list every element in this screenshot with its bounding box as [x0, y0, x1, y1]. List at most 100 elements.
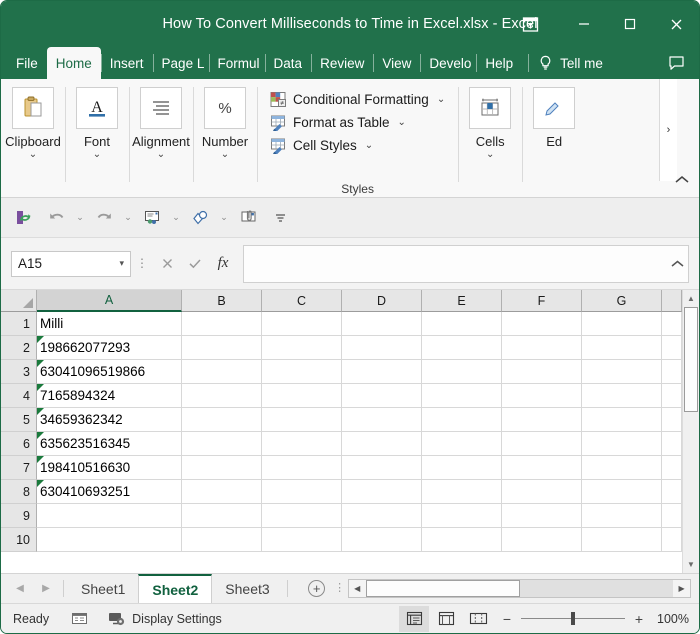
cell-b2[interactable] — [182, 336, 262, 360]
column-header-g[interactable]: G — [582, 290, 662, 312]
cell-e5[interactable] — [422, 408, 502, 432]
cell-c7[interactable] — [262, 456, 342, 480]
vertical-scrollbar[interactable]: ▲ ▼ — [682, 290, 699, 573]
cell-d3[interactable] — [342, 360, 422, 384]
column-header-d[interactable]: D — [342, 290, 422, 312]
cell-h6[interactable] — [662, 432, 682, 456]
formula-input[interactable] — [243, 244, 689, 283]
normal-view-button[interactable] — [399, 605, 429, 632]
sheet-tab-sheet2[interactable]: Sheet2 — [138, 574, 213, 603]
cell-a1[interactable]: Milli — [37, 312, 182, 336]
cell-styles-button[interactable]: Cell Styles ⌄ — [267, 134, 376, 157]
cell-f6[interactable] — [502, 432, 582, 456]
cell-e2[interactable] — [422, 336, 502, 360]
cell-a3[interactable]: 63041096519866 — [37, 360, 182, 384]
cell-b7[interactable] — [182, 456, 262, 480]
row-header-10[interactable]: 10 — [1, 528, 37, 552]
insert-function-icon[interactable]: fx — [209, 251, 237, 277]
cell-h2[interactable] — [662, 336, 682, 360]
format-as-table-button[interactable]: Format as Table ⌄ — [267, 111, 409, 134]
horizontal-scrollbar[interactable]: ◀ ▶ — [347, 579, 691, 598]
cell-h9[interactable] — [662, 504, 682, 528]
column-header-c[interactable]: C — [262, 290, 342, 312]
email-dropdown-icon[interactable]: ⌄ — [169, 204, 183, 232]
cell-g6[interactable] — [582, 432, 662, 456]
column-header-h-partial[interactable] — [662, 290, 682, 312]
number-button[interactable]: % Number ⌄ — [193, 87, 257, 160]
cell-g5[interactable] — [582, 408, 662, 432]
chevron-down-icon[interactable]: ⌄ — [365, 140, 373, 151]
zoom-slider-thumb[interactable] — [571, 612, 575, 625]
tell-me-box[interactable]: Tell me — [528, 47, 613, 79]
cell-h5[interactable] — [662, 408, 682, 432]
email-recipients-icon[interactable] — [137, 204, 167, 232]
cell-g7[interactable] — [582, 456, 662, 480]
cell-f2[interactable] — [502, 336, 582, 360]
name-box[interactable]: A15 ▾ — [11, 250, 131, 277]
cell-f9[interactable] — [502, 504, 582, 528]
cell-b3[interactable] — [182, 360, 262, 384]
cell-f4[interactable] — [502, 384, 582, 408]
cell-a5[interactable]: 34659362342 — [37, 408, 182, 432]
ink-shapes-icon[interactable] — [185, 204, 215, 232]
enter-icon[interactable] — [181, 251, 209, 277]
formula-bar-grip[interactable]: ⋮ — [131, 251, 153, 277]
tab-insert[interactable]: Insert — [100, 47, 153, 79]
tab-review[interactable]: Review — [311, 47, 373, 79]
cell-c10[interactable] — [262, 528, 342, 552]
vertical-scroll-thumb[interactable] — [684, 307, 698, 412]
cell-c4[interactable] — [262, 384, 342, 408]
row-header-5[interactable]: 5 — [1, 408, 37, 432]
cancel-icon[interactable] — [153, 251, 181, 277]
row-header-4[interactable]: 4 — [1, 384, 37, 408]
cell-a8[interactable]: 630410693251 — [37, 480, 182, 504]
cell-a10[interactable] — [37, 528, 182, 552]
zoom-out-button[interactable]: − — [501, 611, 513, 627]
row-header-7[interactable]: 7 — [1, 456, 37, 480]
chevron-down-icon[interactable]: ⌄ — [29, 150, 37, 160]
cell-e3[interactable] — [422, 360, 502, 384]
cell-a2[interactable]: 198662077293 — [37, 336, 182, 360]
tab-data[interactable]: Data — [264, 47, 312, 79]
row-header-3[interactable]: 3 — [1, 360, 37, 384]
cell-g8[interactable] — [582, 480, 662, 504]
scroll-right-icon[interactable]: ▶ — [673, 580, 691, 597]
cell-d1[interactable] — [342, 312, 422, 336]
cell-f3[interactable] — [502, 360, 582, 384]
sheet-tab-sheet1[interactable]: Sheet1 — [68, 574, 139, 603]
cell-f7[interactable] — [502, 456, 582, 480]
chevron-down-icon[interactable]: ⌄ — [221, 150, 229, 160]
font-button[interactable]: A Font ⌄ — [65, 87, 129, 160]
cell-d6[interactable] — [342, 432, 422, 456]
cell-h1[interactable] — [662, 312, 682, 336]
cell-c6[interactable] — [262, 432, 342, 456]
cell-b1[interactable] — [182, 312, 262, 336]
column-header-a[interactable]: A — [37, 290, 182, 312]
more-quick-access-icon[interactable] — [265, 204, 295, 232]
cell-d9[interactable] — [342, 504, 422, 528]
cell-f8[interactable] — [502, 480, 582, 504]
cell-c3[interactable] — [262, 360, 342, 384]
scroll-left-icon[interactable]: ◀ — [348, 580, 366, 597]
cell-b9[interactable] — [182, 504, 262, 528]
cell-c5[interactable] — [262, 408, 342, 432]
chevron-down-icon[interactable]: ⌄ — [398, 117, 406, 128]
maximize-button[interactable] — [607, 1, 653, 47]
cell-e4[interactable] — [422, 384, 502, 408]
cell-b5[interactable] — [182, 408, 262, 432]
zoom-in-button[interactable]: + — [633, 611, 645, 627]
cell-b4[interactable] — [182, 384, 262, 408]
tab-formulas[interactable]: Formul — [208, 47, 265, 79]
autosave-sync-icon[interactable] — [9, 204, 39, 232]
cell-a9[interactable] — [37, 504, 182, 528]
column-header-b[interactable]: B — [182, 290, 262, 312]
row-header-9[interactable]: 9 — [1, 504, 37, 528]
redo-icon[interactable] — [89, 204, 119, 232]
cell-a4[interactable]: 7165894324 — [37, 384, 182, 408]
cell-h7[interactable] — [662, 456, 682, 480]
column-header-e[interactable]: E — [422, 290, 502, 312]
close-button[interactable] — [653, 1, 699, 47]
select-all-button[interactable] — [1, 290, 37, 312]
row-header-2[interactable]: 2 — [1, 336, 37, 360]
cell-e8[interactable] — [422, 480, 502, 504]
